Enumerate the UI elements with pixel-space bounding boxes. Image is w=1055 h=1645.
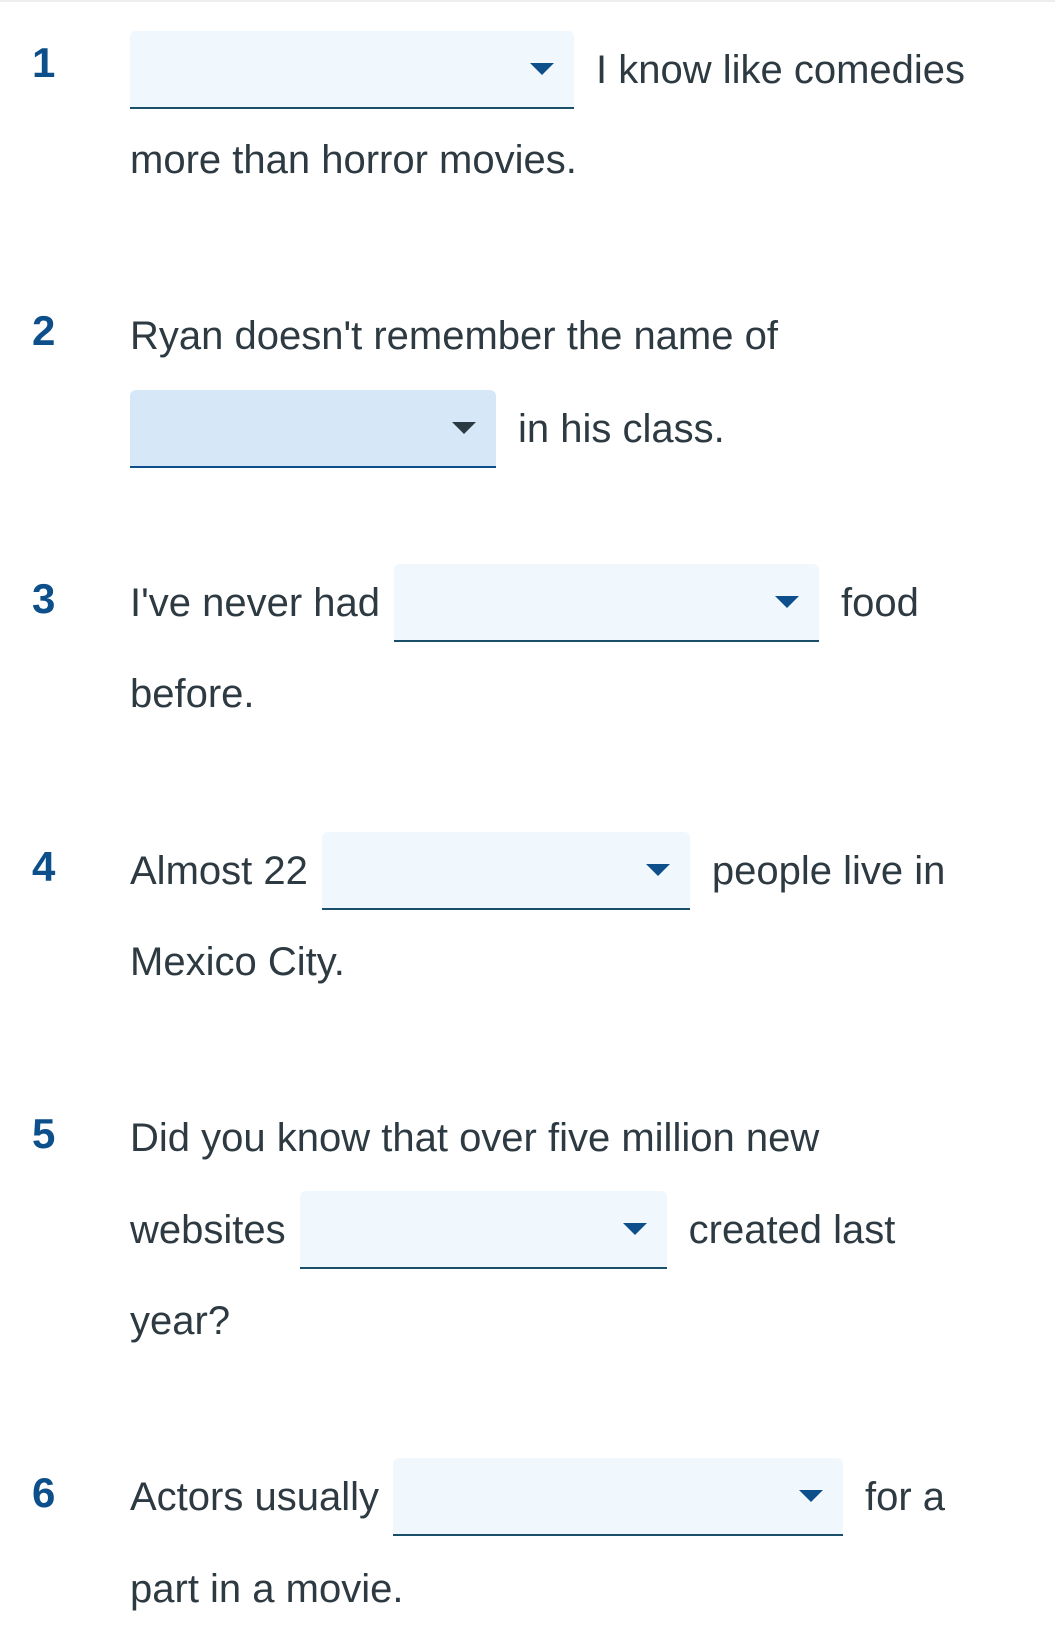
- question-text: in his class.: [518, 406, 725, 451]
- question-text: Actors usually: [130, 1474, 379, 1519]
- question-text: created last: [688, 1207, 896, 1252]
- question-text: Ryan doesn't remember the name of: [130, 313, 778, 358]
- question-text: food: [841, 580, 919, 625]
- question-text: I've never had: [130, 580, 381, 625]
- question-text: year?: [130, 1298, 231, 1343]
- question-text: websites: [130, 1207, 286, 1252]
- caret-down-icon: [645, 864, 670, 876]
- answer-dropdown-6[interactable]: [392, 1458, 843, 1536]
- question-number: 3: [32, 575, 56, 622]
- caret-down-icon: [530, 63, 554, 75]
- question-number: 4: [32, 843, 56, 890]
- question-text: I know like comedies: [596, 47, 966, 92]
- caret-down-icon: [452, 422, 476, 434]
- question-text: Mexico City.: [130, 939, 345, 984]
- question-text: more than horror movies.: [130, 137, 577, 182]
- question-text: Almost 22: [130, 848, 308, 893]
- question-number: 1: [32, 39, 56, 86]
- caret-down-icon: [798, 1490, 823, 1502]
- question-number: 5: [32, 1110, 56, 1157]
- question-text: Did you know that over five million new: [130, 1115, 820, 1160]
- question-text: for a: [864, 1474, 946, 1519]
- answer-dropdown-5[interactable]: [299, 1191, 667, 1269]
- question-number: 2: [32, 307, 56, 354]
- question-number: 6: [32, 1469, 56, 1516]
- answer-dropdown-3[interactable]: [394, 564, 820, 642]
- question-text: part in a movie.: [130, 1566, 404, 1611]
- answer-dropdown-1[interactable]: [130, 31, 574, 109]
- answer-dropdown-2[interactable]: [130, 390, 496, 468]
- top-divider: [0, 0, 1055, 2]
- caret-down-icon: [775, 596, 800, 608]
- question-text: before.: [130, 671, 255, 716]
- question-text: people live in: [711, 848, 946, 893]
- caret-down-icon: [622, 1223, 647, 1235]
- answer-dropdown-4[interactable]: [321, 832, 690, 910]
